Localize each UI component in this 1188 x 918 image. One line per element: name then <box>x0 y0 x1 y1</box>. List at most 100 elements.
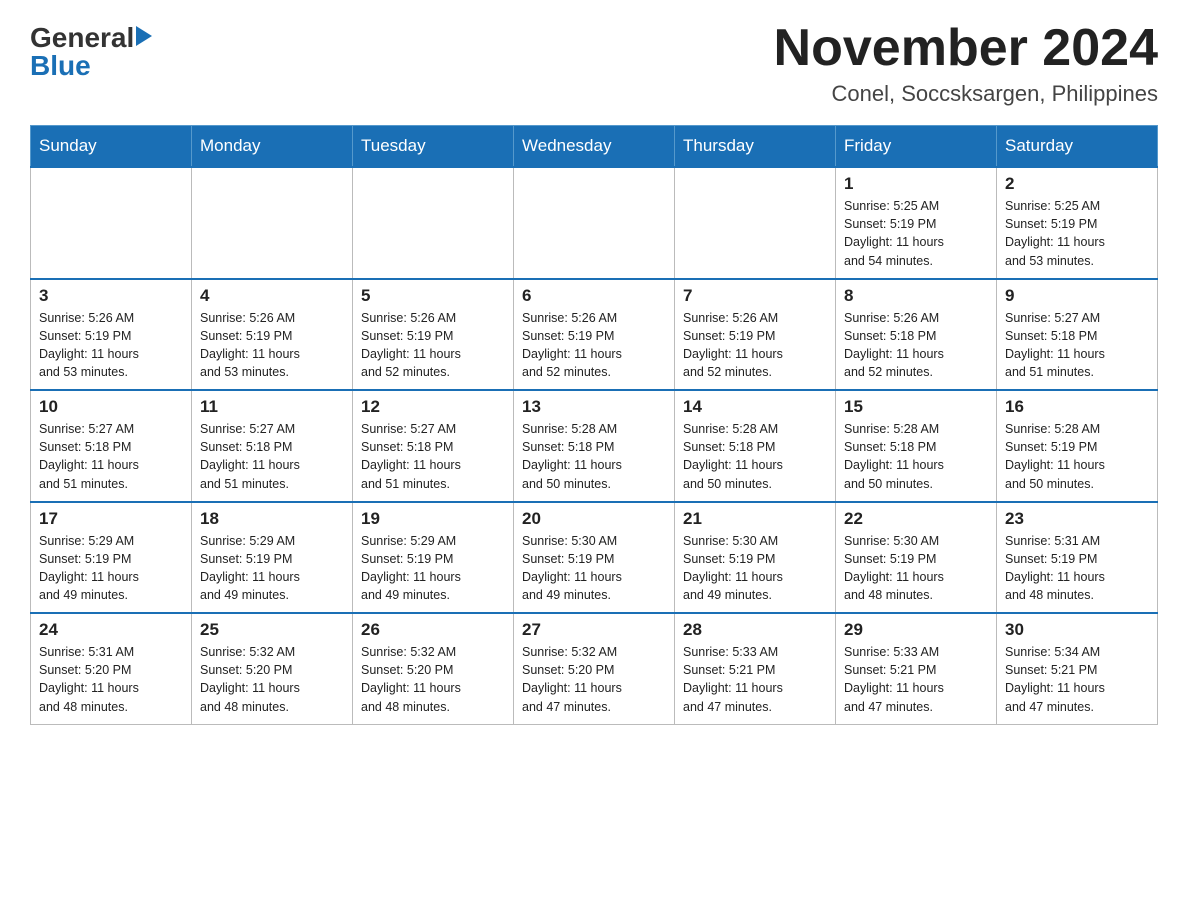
calendar-week-row: 24Sunrise: 5:31 AM Sunset: 5:20 PM Dayli… <box>31 613 1158 724</box>
calendar-cell: 9 Sunrise: 5:27 AM Sunset: 5:18 PM Daylig… <box>997 279 1158 391</box>
calendar-cell: 18 Sunrise: 5:29 AM Sunset: 5:19 PM Dayli… <box>192 502 353 614</box>
day-info-text: Sunrise: 5:28 AM Sunset: 5:18 PM Dayligh… <box>522 422 622 490</box>
day-info-text: Sunrise: 5:31 AM Sunset: 5:19 PM Dayligh… <box>1005 534 1105 602</box>
day-info-text: Sunrise: 5:29 AM Sunset: 5:19 PM Dayligh… <box>361 534 461 602</box>
day-number: 23 <box>1005 509 1149 529</box>
day-info-text: Sunrise: 5:29 AM Sunset: 5:19 PM Dayligh… <box>200 534 300 602</box>
day-info-text: Sunrise: 5:25 AM Sunset: 5:19 PM Dayligh… <box>844 199 944 267</box>
day-number: 11 <box>200 397 344 417</box>
calendar-cell: 20 Sunrise: 5:30 AM Sunset: 5:19 PM Dayli… <box>514 502 675 614</box>
calendar-week-row: 17 Sunrise: 5:29 AM Sunset: 5:19 PM Dayli… <box>31 502 1158 614</box>
day-info-text: Sunrise: 5:27 AM Sunset: 5:18 PM Dayligh… <box>39 422 139 490</box>
calendar-cell: 2 Sunrise: 5:25 AM Sunset: 5:19 PM Daylig… <box>997 167 1158 279</box>
calendar-cell: 15 Sunrise: 5:28 AM Sunset: 5:18 PM Dayli… <box>836 390 997 502</box>
calendar-cell: 13 Sunrise: 5:28 AM Sunset: 5:18 PM Dayli… <box>514 390 675 502</box>
column-header-thursday: Thursday <box>675 126 836 168</box>
day-number: 26 <box>361 620 505 640</box>
calendar-cell: 16 Sunrise: 5:28 AM Sunset: 5:19 PM Dayli… <box>997 390 1158 502</box>
calendar-cell <box>675 167 836 279</box>
day-number: 8 <box>844 286 988 306</box>
day-info-text: Sunrise: 5:27 AM Sunset: 5:18 PM Dayligh… <box>361 422 461 490</box>
day-info-text: Sunrise: 5:30 AM Sunset: 5:19 PM Dayligh… <box>844 534 944 602</box>
calendar-cell: 6 Sunrise: 5:26 AM Sunset: 5:19 PM Daylig… <box>514 279 675 391</box>
day-number: 12 <box>361 397 505 417</box>
day-info-text: Sunrise: 5:30 AM Sunset: 5:19 PM Dayligh… <box>522 534 622 602</box>
calendar-cell: 14 Sunrise: 5:28 AM Sunset: 5:18 PM Dayli… <box>675 390 836 502</box>
calendar-header-row: SundayMondayTuesdayWednesdayThursdayFrid… <box>31 126 1158 168</box>
calendar-cell: 28Sunrise: 5:33 AM Sunset: 5:21 PM Dayli… <box>675 613 836 724</box>
calendar-cell: 25 Sunrise: 5:32 AM Sunset: 5:20 PM Dayli… <box>192 613 353 724</box>
day-number: 9 <box>1005 286 1149 306</box>
calendar-week-row: 1 Sunrise: 5:25 AM Sunset: 5:19 PM Daylig… <box>31 167 1158 279</box>
day-number: 10 <box>39 397 183 417</box>
calendar-cell: 5 Sunrise: 5:26 AM Sunset: 5:19 PM Daylig… <box>353 279 514 391</box>
column-header-sunday: Sunday <box>31 126 192 168</box>
day-number: 30 <box>1005 620 1149 640</box>
day-info-text: Sunrise: 5:33 AM Sunset: 5:21 PM Dayligh… <box>844 645 944 713</box>
day-number: 5 <box>361 286 505 306</box>
calendar-cell: 12 Sunrise: 5:27 AM Sunset: 5:18 PM Dayli… <box>353 390 514 502</box>
column-header-monday: Monday <box>192 126 353 168</box>
page-header: General Blue November 2024 Conel, Soccsk… <box>30 20 1158 107</box>
logo-general-text: General <box>30 24 134 52</box>
column-header-wednesday: Wednesday <box>514 126 675 168</box>
day-info-text: Sunrise: 5:26 AM Sunset: 5:19 PM Dayligh… <box>522 311 622 379</box>
calendar-cell: 10 Sunrise: 5:27 AM Sunset: 5:18 PM Dayli… <box>31 390 192 502</box>
calendar-cell: 17 Sunrise: 5:29 AM Sunset: 5:19 PM Dayli… <box>31 502 192 614</box>
calendar-cell: 7Sunrise: 5:26 AM Sunset: 5:19 PM Daylig… <box>675 279 836 391</box>
logo: General Blue <box>30 24 152 80</box>
logo-blue-text: Blue <box>30 52 91 80</box>
calendar-cell: 27 Sunrise: 5:32 AM Sunset: 5:20 PM Dayli… <box>514 613 675 724</box>
logo-arrow-icon <box>136 26 152 46</box>
calendar-cell: 29 Sunrise: 5:33 AM Sunset: 5:21 PM Dayli… <box>836 613 997 724</box>
day-number: 27 <box>522 620 666 640</box>
day-number: 15 <box>844 397 988 417</box>
day-info-text: Sunrise: 5:26 AM Sunset: 5:19 PM Dayligh… <box>39 311 139 379</box>
calendar-cell: 8Sunrise: 5:26 AM Sunset: 5:18 PM Daylig… <box>836 279 997 391</box>
day-number: 13 <box>522 397 666 417</box>
location-text: Conel, Soccsksargen, Philippines <box>774 81 1158 107</box>
day-info-text: Sunrise: 5:29 AM Sunset: 5:19 PM Dayligh… <box>39 534 139 602</box>
day-number: 2 <box>1005 174 1149 194</box>
column-header-saturday: Saturday <box>997 126 1158 168</box>
day-number: 14 <box>683 397 827 417</box>
day-number: 28 <box>683 620 827 640</box>
day-info-text: Sunrise: 5:28 AM Sunset: 5:19 PM Dayligh… <box>1005 422 1105 490</box>
day-number: 18 <box>200 509 344 529</box>
day-info-text: Sunrise: 5:25 AM Sunset: 5:19 PM Dayligh… <box>1005 199 1105 267</box>
calendar-cell: 24Sunrise: 5:31 AM Sunset: 5:20 PM Dayli… <box>31 613 192 724</box>
calendar-cell <box>192 167 353 279</box>
calendar-cell: 11 Sunrise: 5:27 AM Sunset: 5:18 PM Dayli… <box>192 390 353 502</box>
calendar-cell: 21 Sunrise: 5:30 AM Sunset: 5:19 PM Dayli… <box>675 502 836 614</box>
day-number: 21 <box>683 509 827 529</box>
day-number: 29 <box>844 620 988 640</box>
day-info-text: Sunrise: 5:27 AM Sunset: 5:18 PM Dayligh… <box>200 422 300 490</box>
day-number: 17 <box>39 509 183 529</box>
day-number: 4 <box>200 286 344 306</box>
day-number: 20 <box>522 509 666 529</box>
day-info-text: Sunrise: 5:32 AM Sunset: 5:20 PM Dayligh… <box>522 645 622 713</box>
day-info-text: Sunrise: 5:26 AM Sunset: 5:19 PM Dayligh… <box>361 311 461 379</box>
column-header-tuesday: Tuesday <box>353 126 514 168</box>
day-number: 6 <box>522 286 666 306</box>
calendar-cell <box>31 167 192 279</box>
day-number: 1 <box>844 174 988 194</box>
day-info-text: Sunrise: 5:30 AM Sunset: 5:19 PM Dayligh… <box>683 534 783 602</box>
day-info-text: Sunrise: 5:32 AM Sunset: 5:20 PM Dayligh… <box>200 645 300 713</box>
day-number: 16 <box>1005 397 1149 417</box>
day-info-text: Sunrise: 5:32 AM Sunset: 5:20 PM Dayligh… <box>361 645 461 713</box>
calendar-cell: 19 Sunrise: 5:29 AM Sunset: 5:19 PM Dayli… <box>353 502 514 614</box>
day-info-text: Sunrise: 5:27 AM Sunset: 5:18 PM Dayligh… <box>1005 311 1105 379</box>
day-number: 19 <box>361 509 505 529</box>
day-info-text: Sunrise: 5:28 AM Sunset: 5:18 PM Dayligh… <box>844 422 944 490</box>
calendar-cell: 3 Sunrise: 5:26 AM Sunset: 5:19 PM Daylig… <box>31 279 192 391</box>
day-number: 3 <box>39 286 183 306</box>
day-info-text: Sunrise: 5:31 AM Sunset: 5:20 PM Dayligh… <box>39 645 139 713</box>
calendar-week-row: 3 Sunrise: 5:26 AM Sunset: 5:19 PM Daylig… <box>31 279 1158 391</box>
day-info-text: Sunrise: 5:26 AM Sunset: 5:19 PM Dayligh… <box>200 311 300 379</box>
day-number: 25 <box>200 620 344 640</box>
calendar-week-row: 10 Sunrise: 5:27 AM Sunset: 5:18 PM Dayli… <box>31 390 1158 502</box>
day-info-text: Sunrise: 5:28 AM Sunset: 5:18 PM Dayligh… <box>683 422 783 490</box>
day-number: 7 <box>683 286 827 306</box>
calendar-cell: 30Sunrise: 5:34 AM Sunset: 5:21 PM Dayli… <box>997 613 1158 724</box>
